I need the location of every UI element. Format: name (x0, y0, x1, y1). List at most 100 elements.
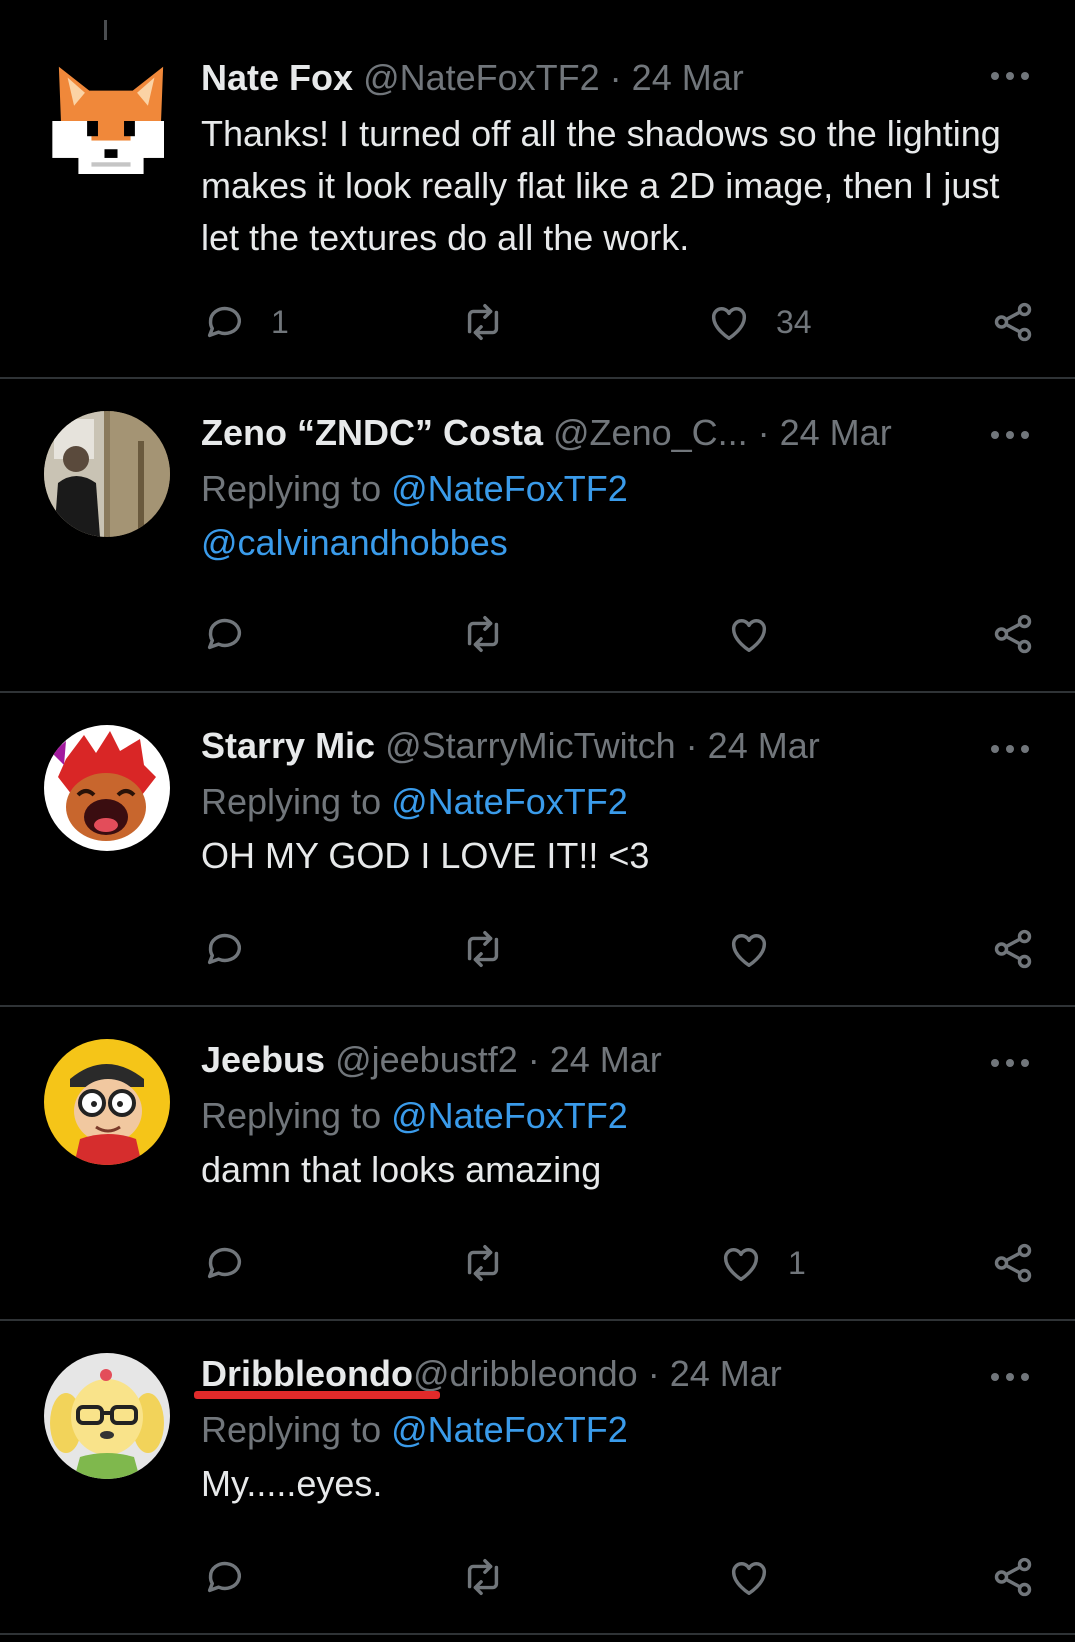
more-dots-icon (991, 1373, 1029, 1381)
action-bar (0, 1549, 1075, 1605)
user-handle[interactable]: @NateFoxTF2 (363, 57, 600, 98)
tweet[interactable]: Jeebus @jeebustf2 · 24 Mar Replying to @… (0, 1007, 1075, 1321)
tweet-text: Thanks! I turned off all the shadows so … (201, 113, 1001, 258)
share-button[interactable] (990, 921, 1036, 977)
share-icon (994, 614, 1032, 654)
like-button[interactable]: 34 (706, 294, 812, 350)
display-name[interactable]: Dribbleondo (201, 1353, 413, 1394)
tweet-date[interactable]: 24 Mar (708, 725, 820, 766)
more-dots-icon (991, 745, 1029, 753)
retweet-button[interactable] (460, 294, 506, 350)
avatar[interactable] (44, 1353, 170, 1479)
heart-icon (731, 1562, 767, 1596)
user-handle[interactable]: @jeebustf2 (335, 1039, 518, 1080)
retweet-button[interactable] (460, 606, 506, 662)
share-button[interactable] (990, 294, 1036, 350)
share-button[interactable] (990, 1235, 1036, 1291)
tweet-date[interactable]: 24 Mar (632, 57, 744, 98)
replying-to-mention[interactable]: @NateFoxTF2 (391, 1409, 628, 1450)
avatar[interactable] (44, 411, 170, 537)
reply-button[interactable] (201, 1549, 271, 1605)
replying-to-mention[interactable]: @NateFoxTF2 (391, 781, 628, 822)
tweet-text: OH MY GOD I LOVE IT!! <3 (201, 835, 650, 876)
retweet-button[interactable] (460, 1549, 506, 1605)
heart-icon (731, 619, 767, 653)
share-icon (994, 1243, 1032, 1283)
photo-avatar-icon (44, 411, 170, 537)
dog-character-avatar-icon (44, 1353, 170, 1479)
avatar[interactable] (44, 725, 170, 851)
pixel-fox-avatar-icon (48, 58, 164, 174)
more-options-button[interactable] (985, 1357, 1035, 1397)
user-handle[interactable]: @StarryMicTwitch (385, 725, 676, 766)
more-options-button[interactable] (985, 415, 1035, 455)
retweet-icon (467, 615, 499, 653)
avatar[interactable] (44, 1039, 170, 1165)
more-options-button[interactable] (985, 1043, 1035, 1083)
action-bar: 1 (0, 1235, 1075, 1291)
tweet-header: Dribbleondo@dribbleondo · 24 Mar (201, 1352, 981, 1396)
tweet-text: damn that looks amazing (201, 1149, 602, 1190)
tweet-date[interactable]: 24 Mar (780, 412, 892, 453)
action-bar (0, 921, 1075, 977)
replying-to-line: Replying to @NateFoxTF2 (201, 780, 628, 824)
replying-to-mention[interactable]: @NateFoxTF2 (391, 468, 628, 509)
separator-dot: · (747, 412, 780, 453)
tweet-header: Nate Fox @NateFoxTF2 · 24 Mar (201, 56, 981, 100)
separator-dot: · (599, 57, 632, 98)
display-name[interactable]: Jeebus (201, 1039, 325, 1080)
reply-button[interactable] (201, 1235, 271, 1291)
display-name[interactable]: Nate Fox (201, 57, 353, 98)
like-button[interactable] (726, 1549, 796, 1605)
action-bar (0, 606, 1075, 662)
tweet[interactable]: Zeno “ZNDC” Costa @Zeno_C... · 24 Mar Re… (0, 379, 1075, 693)
share-button[interactable] (990, 606, 1036, 662)
like-button[interactable]: 1 (718, 1235, 806, 1291)
retweet-icon (467, 930, 499, 968)
retweet-icon (467, 1558, 499, 1596)
tweet-header: Jeebus @jeebustf2 · 24 Mar (201, 1038, 981, 1082)
reply-icon (207, 933, 242, 965)
reply-button[interactable] (201, 921, 271, 977)
user-handle[interactable]: @dribbleondo (413, 1353, 638, 1394)
tweet[interactable]: Dribbleondo@dribbleondo · 24 Mar Replyin… (0, 1321, 1075, 1635)
heart-icon (711, 307, 747, 341)
tweet[interactable]: Nate Fox @NateFoxTF2 · 24 Mar Thanks! I … (0, 0, 1075, 379)
share-icon (994, 302, 1032, 342)
red-underline-annotation (194, 1391, 440, 1399)
more-options-button[interactable] (985, 56, 1035, 96)
separator-dot: · (675, 725, 708, 766)
share-button[interactable] (990, 1549, 1036, 1605)
avatar[interactable] (48, 58, 164, 174)
tweet-text[interactable]: @calvinandhobbes (201, 517, 1021, 569)
heart-icon (723, 1248, 759, 1282)
tweet-date[interactable]: 24 Mar (670, 1353, 782, 1394)
heart-icon (731, 934, 767, 968)
like-button[interactable] (726, 606, 796, 662)
like-count: 1 (788, 1244, 806, 1281)
red-cartoon-avatar-icon (44, 725, 170, 851)
retweet-button[interactable] (460, 1235, 506, 1291)
like-button[interactable] (726, 921, 796, 977)
more-options-button[interactable] (985, 729, 1035, 769)
replying-prefix: Replying to (201, 1095, 392, 1136)
user-handle[interactable]: @Zeno_C... (553, 412, 748, 453)
tweet-text: My.....eyes. (201, 1463, 383, 1504)
reply-button[interactable] (201, 606, 271, 662)
tweet[interactable]: Starry Mic @StarryMicTwitch · 24 Mar Rep… (0, 693, 1075, 1007)
replying-prefix: Replying to (201, 781, 392, 822)
retweet-icon (467, 1244, 499, 1282)
reply-count: 1 (271, 303, 289, 340)
separator-dot: · (517, 1039, 550, 1080)
display-name[interactable]: Starry Mic (201, 725, 375, 766)
reply-button[interactable]: 1 (201, 294, 289, 350)
tweet-date[interactable]: 24 Mar (550, 1039, 662, 1080)
replying-to-mention[interactable]: @NateFoxTF2 (391, 1095, 628, 1136)
retweet-button[interactable] (460, 921, 506, 977)
display-name[interactable]: Zeno “ZNDC” Costa (201, 412, 543, 453)
replying-prefix: Replying to (201, 1409, 392, 1450)
replying-to-line: Replying to @NateFoxTF2 (201, 1094, 628, 1138)
share-icon (994, 929, 1032, 969)
more-dots-icon (991, 431, 1029, 439)
replying-to-line: Replying to @NateFoxTF2 (201, 467, 628, 511)
